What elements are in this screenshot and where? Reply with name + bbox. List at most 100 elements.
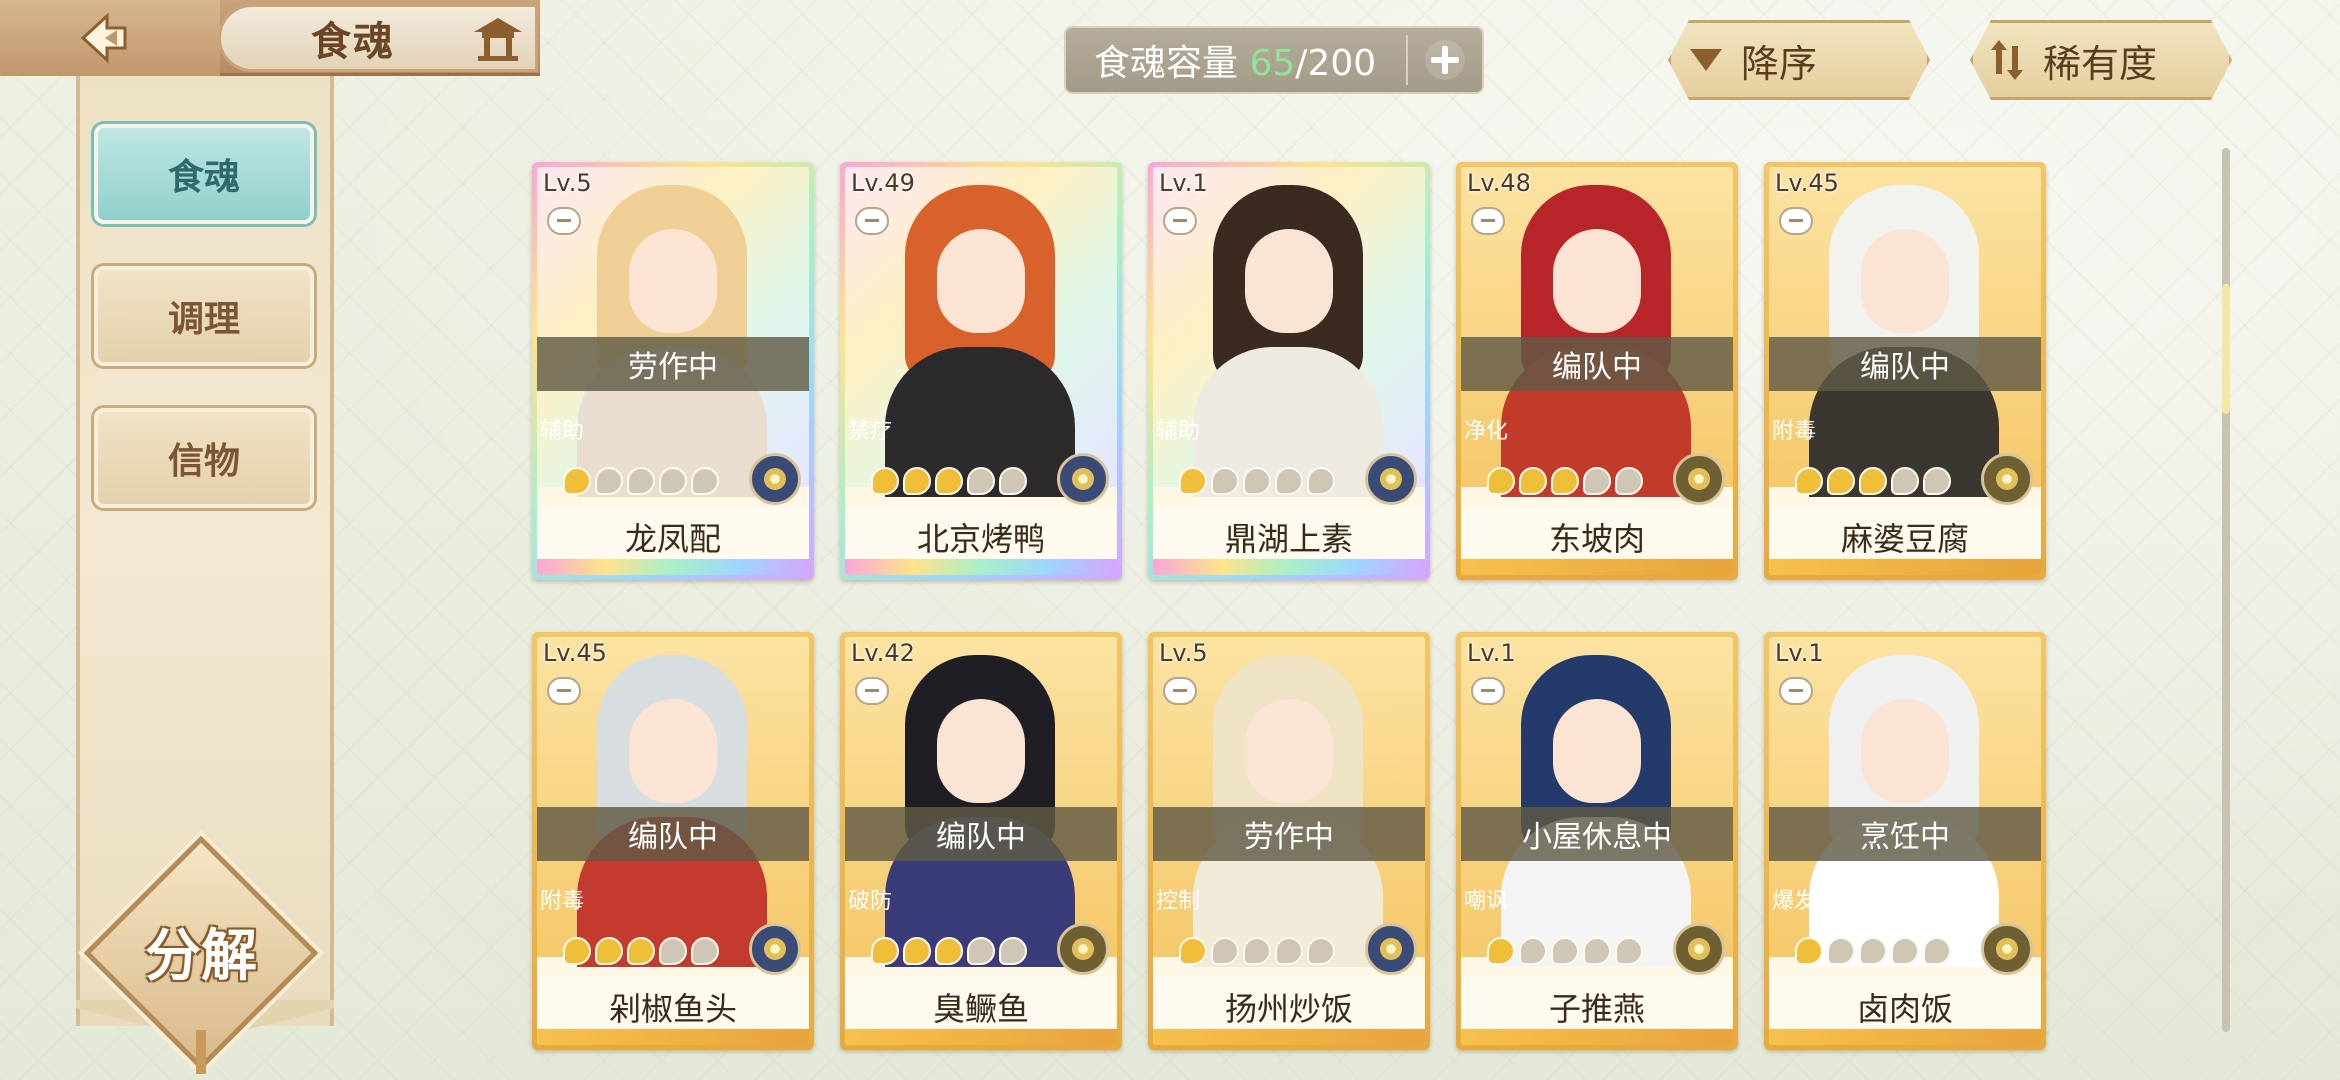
tab-tokens[interactable]: 信物: [94, 408, 314, 508]
flame-star-icon: [1795, 467, 1823, 495]
rarity-strip: [1769, 1029, 2041, 1045]
rarity-strip: [1461, 559, 1733, 575]
chat-bubble-icon: [547, 207, 581, 235]
sort-rarity-label: 稀有度: [2043, 41, 2158, 86]
role-label: 控制: [1155, 889, 1200, 914]
sort-order-button[interactable]: 降序: [1668, 20, 1930, 100]
flame-star-icon: [1211, 937, 1239, 965]
card-status: 劳作中: [537, 337, 809, 391]
scrollbar-track[interactable]: [2222, 148, 2230, 1032]
flame-star-icon: [999, 467, 1027, 495]
portrait-face: [629, 699, 717, 803]
rarity-strip: [845, 1029, 1117, 1045]
chat-bubble-icon: [1471, 207, 1505, 235]
flame-star-icon: [691, 467, 719, 495]
flame-star-icon: [1583, 467, 1611, 495]
role-badge: 破防: [845, 873, 901, 925]
card-status: 编队中: [1461, 337, 1733, 391]
soul-card[interactable]: Lv.45 编队中 附毒 剁椒鱼头: [532, 632, 814, 1050]
flame-star-icon: [871, 937, 899, 965]
soul-card[interactable]: Lv.5 劳作中 控制 扬州炒饭: [1148, 632, 1430, 1050]
sort-rarity-button[interactable]: 稀有度: [1970, 20, 2232, 100]
pavilion-icon[interactable]: [470, 12, 526, 64]
back-button[interactable]: [0, 0, 220, 76]
role-label: 嘲讽: [1463, 889, 1508, 914]
star-rating: [1179, 467, 1335, 497]
sort-toggle-icon: [1973, 40, 2043, 80]
star-rating: [1487, 937, 1643, 967]
card-name: 龙凤配: [537, 507, 809, 567]
card-inner: Lv.49 禁疗 北京烤鸭: [845, 167, 1117, 575]
soul-card[interactable]: Lv.45 编队中 附毒 麻婆豆腐: [1764, 162, 2046, 580]
rarity-strip: [1461, 1029, 1733, 1045]
soul-card[interactable]: Lv.1 辅助 鼎湖上素: [1148, 162, 1430, 580]
flame-star-icon: [1923, 937, 1951, 965]
role-badge: 附毒: [1769, 403, 1825, 455]
tab-conditioning[interactable]: 调理: [94, 266, 314, 366]
portrait-face: [1553, 699, 1641, 803]
flame-star-icon: [1275, 467, 1303, 495]
sort-order-label: 降序: [1741, 41, 1818, 86]
element-icon: [1673, 453, 1725, 505]
role-badge: 嘲讽: [1461, 873, 1517, 925]
element-icon: [1365, 453, 1417, 505]
card-level: Lv.48: [1467, 169, 1531, 197]
flame-star-icon: [691, 937, 719, 965]
card-inner: Lv.1 小屋休息中 嘲讽 子推燕: [1461, 637, 1733, 1045]
scrollbar-thumb[interactable]: [2222, 284, 2230, 414]
chat-bubble-icon: [1163, 677, 1197, 705]
soul-card[interactable]: Lv.1 小屋休息中 嘲讽 子推燕: [1456, 632, 1738, 1050]
card-status: 编队中: [845, 807, 1117, 861]
flame-star-icon: [1211, 467, 1239, 495]
star-rating: [871, 467, 1027, 497]
role-badge: 辅助: [537, 403, 593, 455]
soul-card[interactable]: Lv.42 编队中 破防 臭鳜鱼: [840, 632, 1122, 1050]
soul-card[interactable]: Lv.49 禁疗 北京烤鸭: [840, 162, 1122, 580]
chat-bubble-icon: [1163, 207, 1197, 235]
flame-star-icon: [1551, 467, 1579, 495]
capacity-current: 65: [1249, 43, 1296, 84]
chat-bubble-icon: [1471, 677, 1505, 705]
soul-card[interactable]: Lv.48 编队中 净化 东坡肉: [1456, 162, 1738, 580]
role-badge: 控制: [1153, 873, 1209, 925]
portrait-face: [1245, 229, 1333, 333]
flame-star-icon: [563, 467, 591, 495]
title-bar: 食魂: [0, 0, 540, 76]
flame-star-icon: [1859, 467, 1887, 495]
role-badge: 净化: [1461, 403, 1517, 455]
add-capacity-button[interactable]: [1408, 28, 1482, 92]
flame-star-icon: [1551, 937, 1579, 965]
plus-icon: [1425, 40, 1465, 80]
flame-star-icon: [1891, 937, 1919, 965]
flame-star-icon: [999, 937, 1027, 965]
card-name: 臭鳜鱼: [845, 977, 1117, 1037]
capacity-text: 食魂容量 65/200: [1066, 34, 1406, 86]
rarity-strip: [537, 559, 809, 575]
card-level: Lv.42: [851, 639, 915, 667]
role-label: 净化: [1463, 419, 1508, 444]
soul-card[interactable]: Lv.5 劳作中 辅助 龙凤配: [532, 162, 814, 580]
star-rating: [871, 937, 1027, 967]
tab-soul[interactable]: 食魂: [94, 124, 314, 224]
card-name: 北京烤鸭: [845, 507, 1117, 567]
flame-star-icon: [659, 937, 687, 965]
star-rating: [1487, 467, 1643, 497]
soul-card[interactable]: Lv.1 烹饪中 爆发 卤肉饭: [1764, 632, 2046, 1050]
card-level: Lv.5: [1159, 639, 1208, 667]
star-rating: [1795, 467, 1951, 497]
flame-star-icon: [595, 937, 623, 965]
card-name: 扬州炒饭: [1153, 977, 1425, 1037]
tassel-decoration: [196, 1030, 206, 1074]
flame-star-icon: [1487, 937, 1515, 965]
tab-conditioning-label: 调理: [167, 298, 240, 340]
role-label: 辅助: [539, 419, 584, 444]
tab-tokens-label: 信物: [167, 440, 240, 482]
portrait-face: [629, 229, 717, 333]
flame-star-icon: [1583, 937, 1611, 965]
rarity-strip: [1153, 559, 1425, 575]
capacity-bar: 食魂容量 65/200: [1064, 26, 1484, 94]
flame-star-icon: [967, 937, 995, 965]
role-badge: 附毒: [537, 873, 593, 925]
portrait-face: [937, 699, 1025, 803]
flame-star-icon: [1243, 467, 1271, 495]
